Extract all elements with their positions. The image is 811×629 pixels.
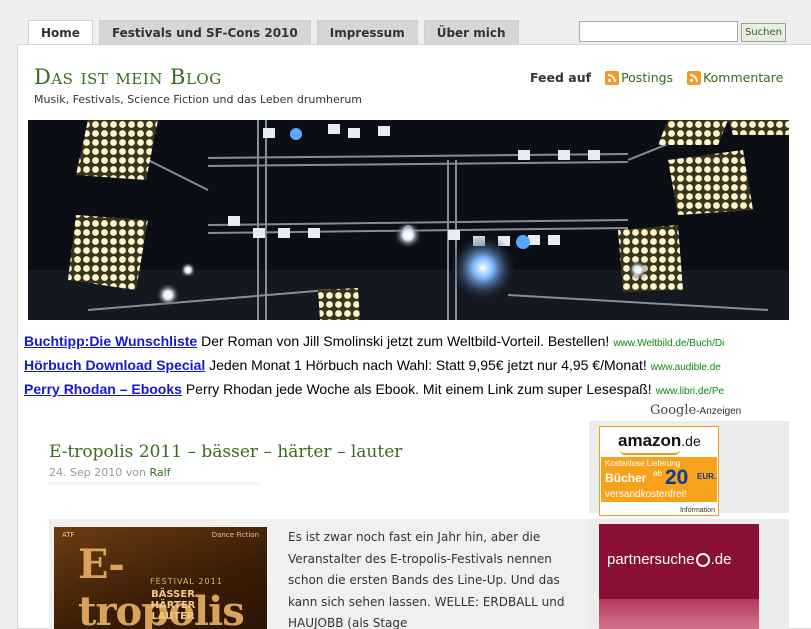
post-meta: 24. Sep 2010 von Ralf [49, 466, 171, 479]
poster-festival: FESTIVAL 2011 [150, 577, 223, 586]
blog-title[interactable]: Das ist mein Blog [34, 65, 222, 89]
sidebar-widget-amazon: amazon.de Kostenlose Lieferung Bücher ab… [589, 421, 789, 516]
feed-comments-link[interactable]: Kommentare [687, 70, 783, 85]
feed-posts-label: Postings [621, 70, 674, 85]
amazon-ab: ab [653, 469, 662, 478]
amazon-info: Information [679, 507, 715, 514]
ad-row: Buchtipp:Die Wunschliste Der Roman von J… [24, 333, 724, 349]
rss-icon [605, 70, 620, 85]
amazon-smile-icon [620, 450, 680, 455]
ad-url[interactable]: www.Weltbild.de/Buch/Di [613, 338, 724, 349]
partnersuche-banner[interactable]: partnersuche .de [599, 524, 759, 629]
post-date: 24. Sep 2010 [49, 466, 123, 479]
google-logo: Google [650, 403, 697, 418]
ad-url[interactable]: www.audible.de [651, 362, 721, 373]
ad-link[interactable]: Buchtipp:Die Wunschliste [24, 333, 197, 349]
post-text: Es ist zwar noch fast ein Jahr hin, aber… [288, 530, 565, 629]
search-button[interactable]: Suchen [741, 23, 787, 42]
divider [49, 482, 259, 486]
page-container: Das ist mein Blog Musik, Festivals, Scie… [17, 44, 811, 629]
ad-row: Hörbuch Download Special Jeden Monat 1 H… [24, 357, 721, 373]
poster-slogan: BÄSSER HÄRTER LAUTER [142, 589, 204, 622]
amazon-amount: 20 [665, 466, 689, 489]
poster-top-left: ATF [62, 531, 75, 539]
ad-text: Jeden Monat 1 Hörbuch nach Wahl: Statt 9… [205, 357, 647, 373]
ad-link[interactable]: Hörbuch Download Special [24, 357, 205, 373]
amazon-offer: Kostenlose Lieferung Bücher ab 20 EUR. v… [601, 457, 717, 502]
tab-impressum[interactable]: Impressum [316, 20, 418, 44]
ad-text: Der Roman von Jill Smolinski jetzt zum W… [197, 333, 610, 349]
partnersuche-logo: partnersuche .de [607, 551, 732, 568]
google-ads-suffix: -Anzeigen [696, 406, 742, 417]
festival-poster-image[interactable]: ATF Dance Fiction E-tropolis FESTIVAL 20… [54, 527, 267, 629]
post-title[interactable]: E-tropolis 2011 – bässer – härter – laut… [49, 442, 402, 462]
amazon-banner[interactable]: amazon.de Kostenlose Lieferung Bücher ab… [599, 426, 719, 516]
ad-text: Perry Rhodan jede Woche als Ebook. Mit e… [181, 381, 652, 397]
poster-top-right: Dance Fiction [211, 531, 259, 539]
sidebar-widget-partner: partnersuche .de [589, 519, 789, 629]
post-body: ATF Dance Fiction E-tropolis FESTIVAL 20… [49, 519, 589, 629]
poster-slogan-line: BÄSSER [151, 589, 195, 600]
nav-tabs: Home Festivals und SF-Cons 2010 Impressu… [28, 20, 519, 45]
rss-icon [687, 70, 702, 85]
feed-comments-label: Kommentare [703, 70, 784, 85]
header-image [28, 120, 789, 320]
ad-row: Perry Rhodan – Ebooks Perry Rhodan jede … [24, 381, 724, 397]
tab-festivals[interactable]: Festivals und SF-Cons 2010 [98, 20, 311, 44]
post-author[interactable]: Ralf [149, 466, 170, 479]
amazon-line2: Bücher [605, 471, 647, 485]
heart-icon [695, 553, 710, 568]
amazon-currency: EUR. [697, 472, 717, 481]
google-ads-label[interactable]: Google-Anzeigen [650, 403, 741, 418]
feed-links: Feed auf Postings Kommentare [530, 70, 797, 85]
feed-posts-link[interactable]: Postings [605, 70, 673, 85]
post-by: von [125, 466, 146, 479]
feed-label: Feed auf [530, 70, 592, 85]
blog-tagline: Musik, Festivals, Science Fiction und da… [34, 93, 363, 106]
poster-slogan-line: HÄRTER [150, 600, 196, 611]
tab-ueber-mich[interactable]: Über mich [423, 20, 519, 44]
search-form: Suchen [579, 21, 787, 42]
amazon-logo: amazon.de [618, 431, 701, 450]
stage-lights-image [28, 120, 789, 320]
ad-link[interactable]: Perry Rhodan – Ebooks [24, 381, 182, 397]
amazon-line3: versandkostenfrei! [605, 489, 687, 500]
ad-url[interactable]: www.libri.de/Pe [656, 386, 724, 397]
search-input[interactable] [579, 21, 738, 42]
tab-home[interactable]: Home [28, 20, 93, 45]
poster-slogan-line: LAUTER [151, 611, 195, 622]
